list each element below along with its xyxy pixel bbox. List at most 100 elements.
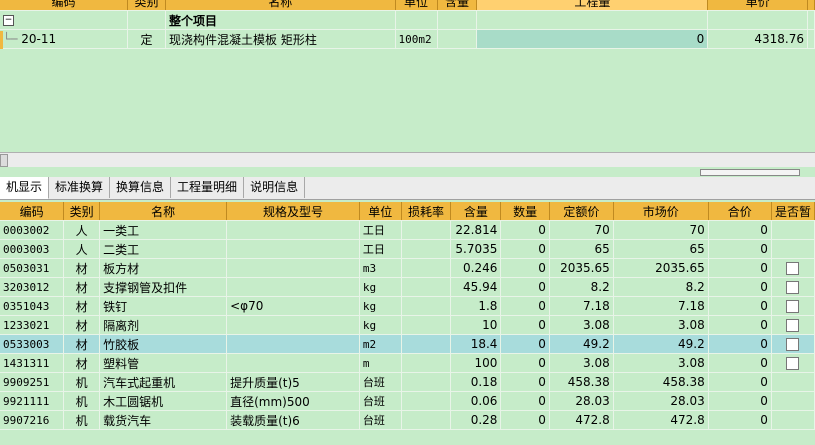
cell-code[interactable]: 1431311 [0, 353, 65, 373]
provisional-checkbox[interactable] [786, 319, 800, 332]
cell-code[interactable]: 0533003 [0, 334, 65, 354]
cell-quota[interactable]: 28.03 [549, 391, 614, 411]
cell-type[interactable]: 机 [63, 372, 101, 392]
table-row[interactable]: 9907216 机载货汽车 装载质量(t)6 台班 0.28 0 472.8 472.8 0 [0, 410, 815, 430]
cell-unit[interactable]: 台班 [359, 410, 402, 430]
cell-unit[interactable]: m3 [359, 258, 402, 278]
cell-type[interactable]: 材 [63, 353, 101, 373]
cell-total[interactable]: 0 [708, 296, 772, 316]
cell-provisional[interactable] [771, 239, 815, 259]
cell-code[interactable]: 0503031 [0, 258, 65, 278]
cell-quota[interactable]: 8.2 [549, 277, 614, 297]
cell-name[interactable]: 木工圆锯机 [99, 391, 228, 411]
upper-header-name[interactable]: 名称 [165, 0, 396, 11]
cell-loss[interactable] [401, 296, 452, 316]
cell-market[interactable]: 28.03 [613, 391, 709, 411]
cell-market[interactable]: 472.8 [613, 410, 709, 430]
cell-market[interactable]: 3.08 [613, 353, 709, 373]
cell-content[interactable]: 1.8 [450, 296, 502, 316]
upper-item-row[interactable]: └─ 20-11 定 现浇构件混凝土模板 矩形柱 100m2 0 4318.76 [0, 29, 815, 49]
cell-market[interactable]: 65 [613, 239, 709, 259]
provisional-checkbox[interactable] [786, 262, 800, 275]
cell-quota[interactable]: 65 [549, 239, 614, 259]
upper-header-price[interactable]: 单价 [707, 0, 808, 11]
cell-unit[interactable]: 台班 [359, 391, 402, 411]
cell-content[interactable]: 10 [450, 315, 502, 335]
cell-total[interactable]: 0 [708, 239, 772, 259]
header-market-price[interactable]: 市场价 [613, 202, 709, 221]
cell-code[interactable]: 9907216 [0, 410, 65, 430]
cell-unit[interactable]: kg [359, 277, 402, 297]
header-loss-rate[interactable]: 损耗率 [401, 202, 452, 221]
cell-loss[interactable] [401, 372, 452, 392]
cell-type[interactable]: 材 [63, 334, 101, 354]
cell-spec[interactable]: 提升质量(t)5 [226, 372, 360, 392]
scrollbar-thumb[interactable] [0, 154, 8, 167]
cell-market[interactable]: 458.38 [613, 372, 709, 392]
cell-spec[interactable] [226, 353, 360, 373]
cell-market[interactable]: 70 [613, 220, 709, 240]
cell-provisional[interactable] [771, 258, 815, 278]
cell-qty[interactable]: 0 [500, 296, 550, 316]
table-row[interactable]: 0533003 材竹胶板 m2 18.4 0 49.2 49.2 0 [0, 334, 815, 354]
cell-unit[interactable]: m [359, 353, 402, 373]
cell-spec[interactable] [226, 334, 360, 354]
header-unit[interactable]: 单位 [359, 202, 402, 221]
cell-total[interactable]: 0 [708, 334, 772, 354]
cell-qty[interactable]: 0 [500, 372, 550, 392]
cell-content[interactable]: 0.28 [450, 410, 502, 430]
cell-content[interactable]: 22.814 [450, 220, 502, 240]
table-row[interactable]: 9921111 机木工圆锯机 直径(mm)500 台班 0.06 0 28.03 28.03 0 [0, 391, 815, 411]
cell-provisional[interactable] [771, 410, 815, 430]
cell-spec[interactable] [226, 277, 360, 297]
cell-loss[interactable] [401, 277, 452, 297]
cell-provisional[interactable] [771, 353, 815, 373]
cell-content[interactable]: 0.06 [450, 391, 502, 411]
upper-header-unit[interactable]: 单位 [395, 0, 438, 11]
cell-qty[interactable]: 0 [500, 258, 550, 278]
cell-provisional[interactable] [771, 220, 815, 240]
cell-loss[interactable] [401, 239, 452, 259]
cell-market[interactable]: 2035.65 [613, 258, 709, 278]
cell-unit[interactable]: m2 [359, 334, 402, 354]
upper-header-content[interactable]: 含量 [437, 0, 478, 11]
cell-name[interactable]: 支撑钢管及扣件 [99, 277, 228, 297]
header-name[interactable]: 名称 [99, 202, 228, 221]
cell-qty[interactable]: 0 [500, 220, 550, 240]
provisional-checkbox[interactable] [786, 357, 800, 370]
cell-quota[interactable]: 458.38 [549, 372, 614, 392]
cell-total[interactable]: 0 [708, 353, 772, 373]
header-content[interactable]: 含量 [450, 202, 502, 221]
cell-content[interactable]: 100 [450, 353, 502, 373]
cell-code[interactable]: 3203012 [0, 277, 65, 297]
cell-code[interactable]: 1233021 [0, 315, 65, 335]
cell-market[interactable]: 7.18 [613, 296, 709, 316]
cell-quota[interactable]: 2035.65 [549, 258, 614, 278]
item-content[interactable] [437, 29, 478, 49]
provisional-checkbox[interactable] [786, 281, 800, 294]
cell-total[interactable]: 0 [708, 391, 772, 411]
table-row[interactable]: 1233021 材隔离剂 kg 10 0 3.08 3.08 0 [0, 315, 815, 335]
cell-quota[interactable]: 472.8 [549, 410, 614, 430]
header-provisional[interactable]: 是否暂 [771, 202, 815, 221]
tab-description[interactable]: 说明信息 [244, 177, 306, 198]
table-row[interactable]: 9909251 机汽车式起重机 提升质量(t)5 台班 0.18 0 458.38 458.3… [0, 372, 815, 392]
table-row[interactable]: 3203012 材支撑钢管及扣件 kg 45.94 0 8.2 8.2 0 [0, 277, 815, 297]
cell-loss[interactable] [401, 334, 452, 354]
cell-qty[interactable]: 0 [500, 315, 550, 335]
cell-content[interactable]: 5.7035 [450, 239, 502, 259]
cell-total[interactable]: 0 [708, 258, 772, 278]
cell-total[interactable]: 0 [708, 277, 772, 297]
cell-provisional[interactable] [771, 334, 815, 354]
cell-code[interactable]: 9909251 [0, 372, 65, 392]
item-name[interactable]: 现浇构件混凝土模板 矩形柱 [165, 29, 396, 49]
cell-qty[interactable]: 0 [500, 277, 550, 297]
cell-type[interactable]: 材 [63, 277, 101, 297]
tab-standard-conversion[interactable]: 标准换算 [49, 177, 111, 198]
cell-name[interactable]: 板方材 [99, 258, 228, 278]
cell-code[interactable]: 0351043 [0, 296, 65, 316]
cell-name[interactable]: 载货汽车 [99, 410, 228, 430]
panel-splitter[interactable] [0, 167, 815, 177]
cell-spec[interactable]: 直径(mm)500 [226, 391, 360, 411]
cell-content[interactable]: 18.4 [450, 334, 502, 354]
